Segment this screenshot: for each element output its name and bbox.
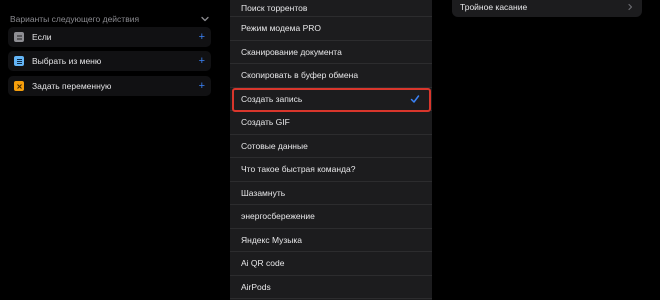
settings-panel: Тройное касание <box>452 0 648 20</box>
list-item-label: Что такое быстрая команда? <box>241 164 356 175</box>
list-item-label: Создать GIF <box>241 117 290 128</box>
menu-icon <box>14 56 24 66</box>
add-icon[interactable]: + <box>199 80 205 92</box>
triple-tap-row[interactable]: Тройное касание <box>452 0 642 17</box>
list-item-label: Поиск торрентов <box>241 3 308 13</box>
list-item[interactable]: Создать GIF <box>230 111 432 135</box>
next-action-title: Варианты следующего действия <box>10 14 140 24</box>
list-item-label: Сотовые данные <box>241 140 308 151</box>
list-item[interactable]: Шазамнуть <box>230 182 432 205</box>
list-item-label: Шазамнуть <box>241 187 286 198</box>
list-item[interactable]: Сотовые данные <box>230 135 432 158</box>
list-item-label: Ai QR code <box>241 258 285 269</box>
add-icon[interactable]: + <box>199 31 205 43</box>
screen: Варианты следующего действия Если + Выбр… <box>0 0 660 300</box>
variable-icon <box>14 81 24 91</box>
action-label: Задать переменную <box>32 81 112 91</box>
list-item-label: AirPods <box>241 281 271 292</box>
add-icon[interactable]: + <box>199 55 205 67</box>
list-item-label: энергосбережение <box>241 211 315 222</box>
action-label: Если <box>32 32 52 42</box>
list-item-label: Режим модема PRO <box>241 23 321 34</box>
action-set-variable[interactable]: Задать переменную + <box>8 76 211 96</box>
action-choose-from-menu[interactable]: Выбрать из меню + <box>8 51 211 71</box>
triple-tap-label: Тройное касание <box>460 1 528 12</box>
next-action-header[interactable]: Варианты следующего действия <box>10 12 210 26</box>
list-item[interactable]: Ai QR code <box>230 252 432 276</box>
list-item-label: Сканирование документа <box>241 46 342 57</box>
list-item[interactable]: Поиск торрентов <box>230 0 432 17</box>
list-item[interactable]: Скопировать в буфер обмена <box>230 64 432 88</box>
chevron-down-icon[interactable] <box>200 14 210 24</box>
if-icon <box>14 32 24 42</box>
chevron-right-icon <box>628 3 633 10</box>
list-item[interactable]: Сканирование документа <box>230 41 432 64</box>
selection-highlight-frame <box>232 88 431 112</box>
list-item-label: Скопировать в буфер обмена <box>241 70 359 81</box>
list-item[interactable]: Режим модема PRO <box>230 17 432 41</box>
list-item[interactable]: Что такое быстрая команда? <box>230 158 432 182</box>
list-item[interactable]: AirPods <box>230 276 432 299</box>
list-item[interactable]: Яндекс Музыка <box>230 229 432 252</box>
list-item[interactable]: энергосбережение <box>230 205 432 229</box>
list-item-label: Яндекс Музыка <box>241 234 303 245</box>
next-action-panel: Варианты следующего действия Если + Выбр… <box>0 0 216 300</box>
action-if[interactable]: Если + <box>8 27 211 47</box>
shortcut-list: Поиск торрентов Режим модема PRO Сканиро… <box>230 0 432 300</box>
action-label: Выбрать из меню <box>32 56 102 66</box>
